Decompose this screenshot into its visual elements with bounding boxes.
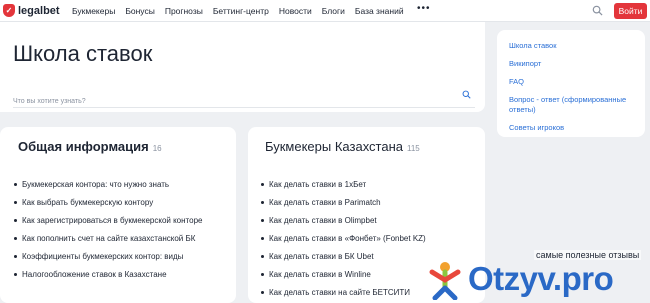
watermark-brand: Otzyv.pro	[468, 260, 614, 297]
sidebar-link-qa[interactable]: Вопрос - ответ (сформированные ответы)	[509, 95, 633, 115]
section-general-info: Общая информация 16 Букмекерская контора:…	[0, 127, 236, 303]
sidebar-menu: Школа ставок Википорт FAQ Вопрос - ответ…	[497, 30, 645, 137]
list-item[interactable]: Налогообложение ставок в Казахстане	[14, 269, 226, 280]
main-nav: Букмекеры Бонусы Прогнозы Беттинг-центр …	[72, 6, 404, 16]
knowledge-search	[13, 90, 475, 108]
sidebar-link-player-tips[interactable]: Советы игроков	[509, 123, 633, 133]
otzyv-watermark: самые полезные отзывы Otzyv.pro	[426, 248, 650, 303]
article-list: Букмекерская контора: что нужно знать Ка…	[14, 179, 226, 287]
legalbet-logo-mark-icon: ✓	[3, 4, 15, 17]
page-title: Школа ставок	[13, 41, 153, 66]
more-menu-icon[interactable]: •••	[417, 3, 431, 14]
section-title[interactable]: Букмекеры Казахстана 115	[265, 139, 420, 154]
list-item[interactable]: Коэффициенты букмекерских контор: виды	[14, 251, 226, 262]
nav-item-betting-center[interactable]: Беттинг-центр	[213, 6, 269, 16]
list-item[interactable]: Букмекерская контора: что нужно знать	[14, 179, 226, 190]
top-navigation-bar: ✓ legalbet Букмекеры Бонусы Прогнозы Бет…	[0, 0, 650, 22]
search-input[interactable]	[13, 98, 443, 105]
nav-item-knowledge-base[interactable]: База знаний	[355, 6, 404, 16]
list-item[interactable]: Как пополнить счет на сайте казахстанско…	[14, 233, 226, 244]
search-icon[interactable]	[462, 90, 471, 99]
list-item[interactable]: Как выбрать букмекерскую контору	[14, 197, 226, 208]
nav-item-bonuses[interactable]: Бонусы	[125, 6, 155, 16]
otzyv-mascot-icon	[429, 262, 461, 300]
legalbet-logo[interactable]: ✓ legalbet	[3, 4, 60, 17]
search-icon[interactable]	[592, 5, 603, 16]
nav-item-bookmakers[interactable]: Букмекеры	[72, 6, 115, 16]
login-button[interactable]: Войти	[614, 3, 647, 19]
section-count: 115	[407, 144, 420, 153]
watermark-caption: самые полезные отзывы	[534, 250, 642, 260]
section-count: 16	[152, 144, 162, 153]
sidebar-link-wikisport[interactable]: Википорт	[509, 59, 633, 69]
list-item[interactable]: Как делать ставки в Parimatch	[261, 197, 481, 208]
nav-item-blogs[interactable]: Блоги	[322, 6, 345, 16]
sidebar-link-betting-school[interactable]: Школа ставок	[509, 41, 633, 51]
nav-item-predictions[interactable]: Прогнозы	[165, 6, 203, 16]
list-item[interactable]: Как зарегистрироваться в букмекерской ко…	[14, 215, 226, 226]
section-title[interactable]: Общая информация 16	[18, 139, 162, 154]
section-title-text: Общая информация	[18, 139, 149, 154]
sidebar-link-faq[interactable]: FAQ	[509, 77, 633, 87]
list-item[interactable]: Как делать ставки в «Фонбет» (Fonbet KZ)	[261, 233, 481, 244]
section-title-text: Букмекеры Казахстана	[265, 139, 403, 154]
nav-item-news[interactable]: Новости	[279, 6, 312, 16]
list-item[interactable]: Как делать ставки в Olimpbet	[261, 215, 481, 226]
list-item[interactable]: Как делать ставки в 1хБет	[261, 179, 481, 190]
logo-text: legalbet	[18, 4, 60, 17]
hero-panel: Школа ставок	[0, 22, 485, 112]
